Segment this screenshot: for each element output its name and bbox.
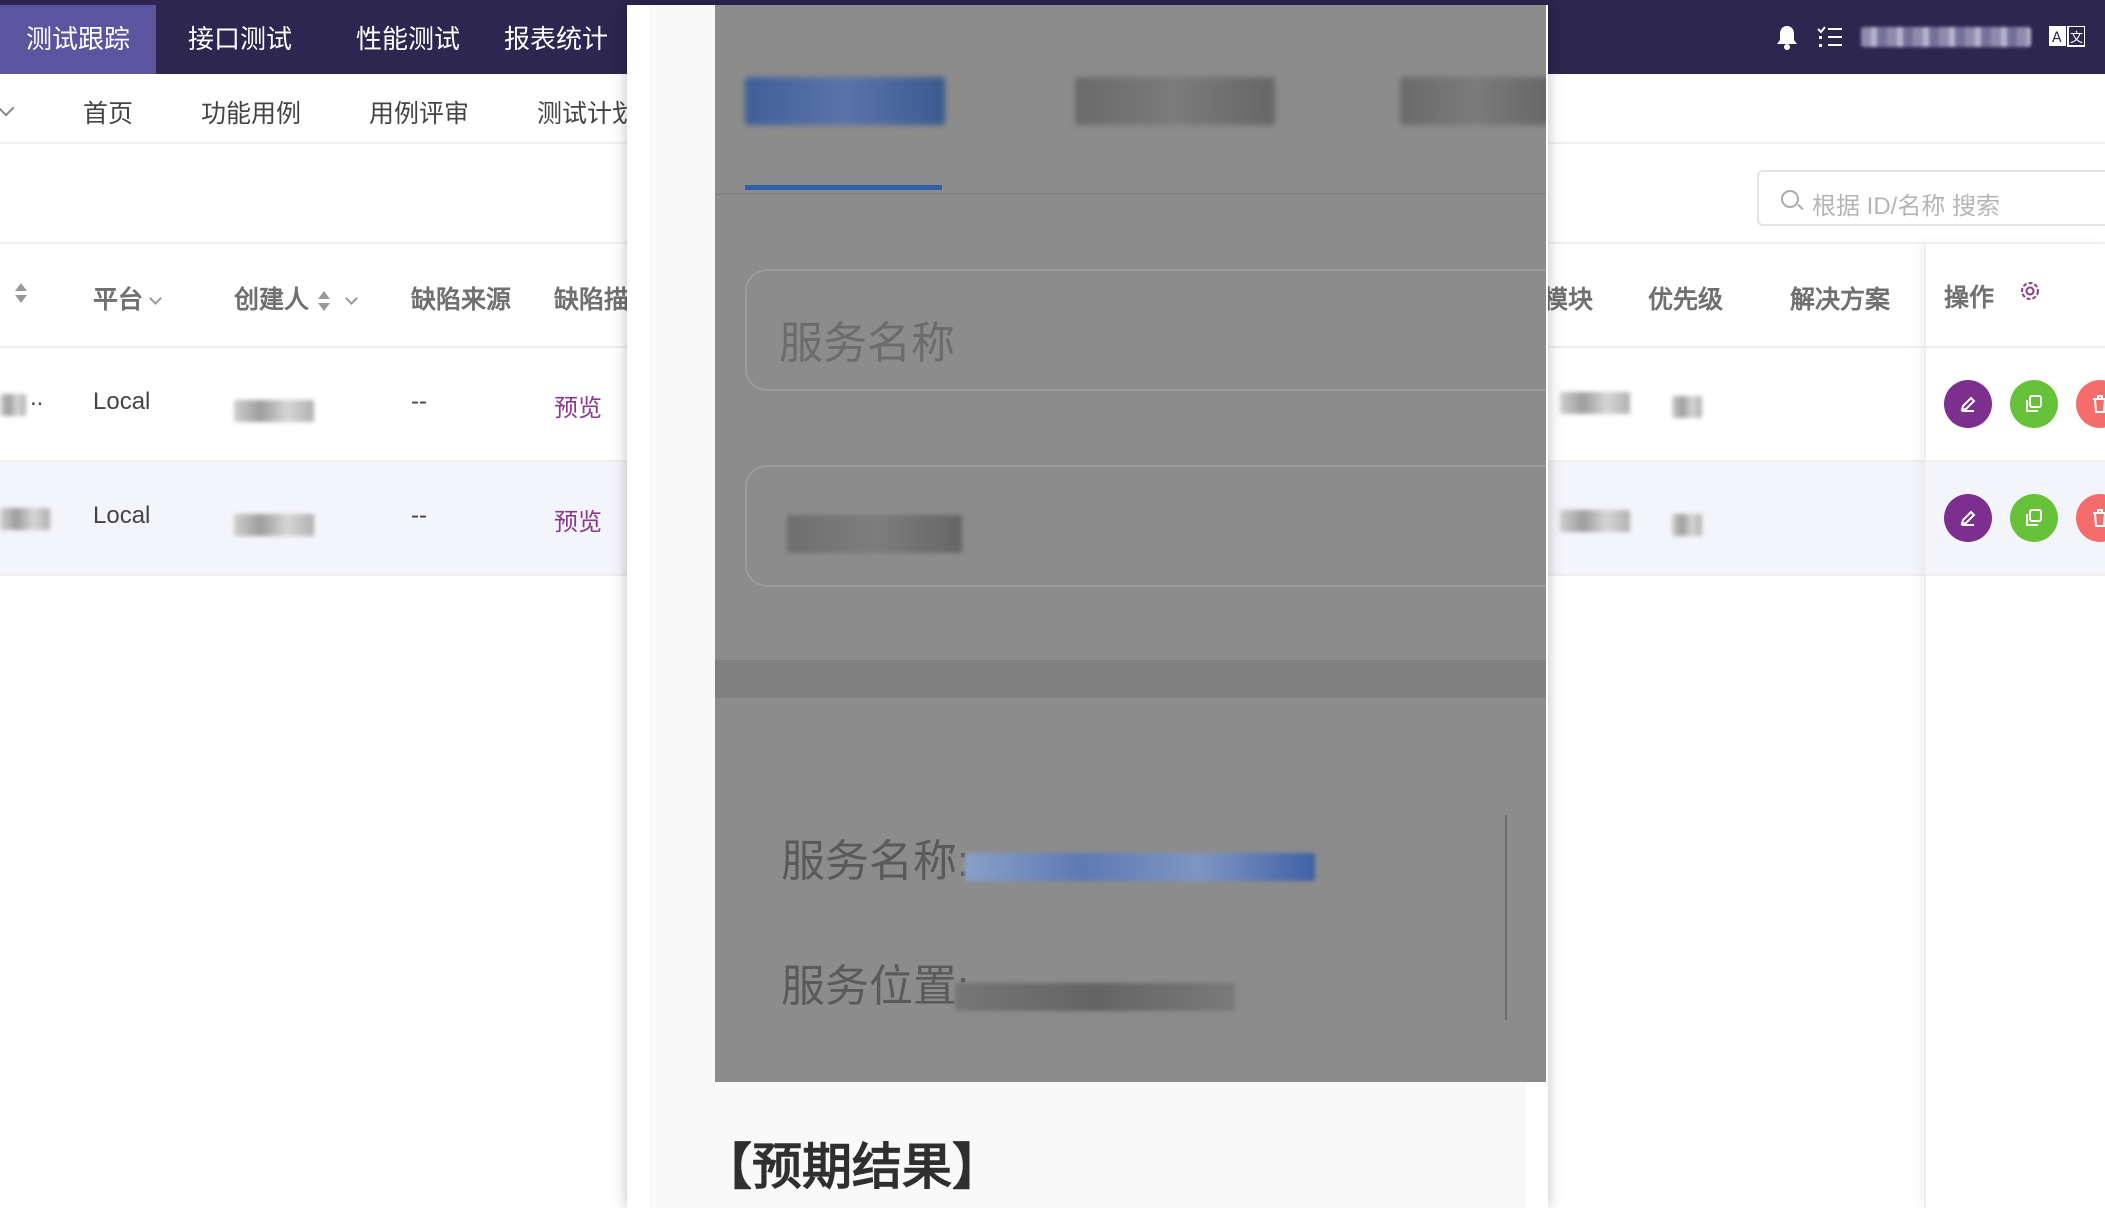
blurred-creator	[234, 400, 314, 422]
vertical-divider	[1505, 815, 1507, 1020]
blurred-priority	[1672, 514, 1702, 536]
sort-icon[interactable]	[317, 290, 331, 312]
delete-button[interactable]	[2076, 494, 2105, 542]
service-name-placeholder: 服务名称	[779, 319, 955, 368]
top-nav-right: A 文	[1775, 22, 2085, 52]
preview-screenshot: 服务名称 服务名称: 服务位置:	[715, 5, 1546, 1082]
chevron-down-icon[interactable]	[345, 292, 358, 305]
sort-icon[interactable]	[6, 278, 28, 307]
edit-button[interactable]	[1944, 380, 1992, 428]
user-name[interactable]	[1861, 27, 2031, 47]
subnav-test-plan[interactable]: 测试计划	[537, 94, 637, 130]
task-list-icon[interactable]	[1817, 25, 1843, 49]
column-bug-source[interactable]: 缺陷来源	[411, 280, 511, 316]
column-solution[interactable]: 解决方案	[1790, 280, 1890, 316]
chevron-down-icon[interactable]	[0, 99, 15, 117]
copy-button[interactable]	[2010, 494, 2058, 542]
blurred-module	[1560, 392, 1630, 414]
blurred-cell	[0, 394, 26, 416]
search-placeholder: 根据 ID/名称 搜索	[1812, 193, 2001, 220]
search-input[interactable]: 根据 ID/名称 搜索	[1757, 170, 2105, 226]
bell-icon[interactable]	[1775, 24, 1799, 50]
blurred-creator	[234, 514, 314, 536]
trash-icon	[2093, 395, 2105, 413]
bug-source-cell: --	[411, 502, 427, 529]
language-icon[interactable]: A 文	[2049, 26, 2085, 48]
platform-cell: Local	[93, 502, 151, 529]
blurred-module	[1560, 510, 1630, 532]
preview-link[interactable]: 预览	[554, 502, 602, 537]
blurred-tab	[1075, 77, 1275, 125]
chevron-down-icon[interactable]	[149, 292, 162, 305]
expected-result-heading: 【预期结果】	[702, 1138, 1002, 1196]
blurred-field	[745, 465, 1546, 587]
column-operation: 操作	[1944, 284, 1995, 312]
subnav-case-review[interactable]: 用例评审	[369, 94, 469, 130]
tab-api-test[interactable]: 接口测试	[168, 5, 312, 74]
blurred-tab	[1400, 77, 1546, 125]
blurred-priority	[1672, 396, 1702, 418]
service-name-field: 服务名称	[745, 269, 1546, 391]
svg-text:A: A	[2052, 30, 2062, 46]
tab-report-stats[interactable]: 报表统计	[504, 5, 628, 74]
blurred-value	[787, 515, 962, 553]
kv-service-location: 服务位置:	[781, 962, 970, 1011]
column-bug-description[interactable]: 缺陷描	[554, 280, 629, 316]
copy-icon	[2026, 395, 2042, 412]
settings-icon[interactable]	[2018, 279, 2042, 303]
kv-service-name: 服务名称:	[781, 837, 970, 886]
column-priority[interactable]: 优先级	[1648, 280, 1723, 316]
column-module[interactable]: 模块	[1543, 280, 1593, 316]
truncated-text: ..	[30, 384, 44, 411]
preview-link[interactable]: 预览	[554, 388, 602, 423]
blurred-link	[965, 853, 1315, 881]
copy-button[interactable]	[2010, 380, 2058, 428]
subnav-functional-cases[interactable]: 功能用例	[201, 94, 301, 130]
platform-cell: Local	[93, 388, 151, 415]
blurred-value	[955, 983, 1235, 1011]
tab-test-track[interactable]: 测试跟踪	[0, 5, 156, 74]
blurred-tab	[745, 77, 945, 125]
edit-icon	[1960, 396, 1976, 412]
copy-icon	[2026, 509, 2042, 526]
delete-button[interactable]	[2076, 380, 2105, 428]
subnav-home[interactable]: 首页	[83, 94, 133, 130]
preview-content: 服务名称 服务名称: 服务位置: 【预期结果】	[649, 5, 1546, 1208]
edit-icon	[1960, 510, 1976, 526]
search-icon	[1781, 190, 1799, 208]
divider-band	[715, 660, 1546, 698]
bug-source-cell: --	[411, 388, 427, 415]
edit-button[interactable]	[1944, 494, 1992, 542]
tab-performance-test[interactable]: 性能测试	[336, 5, 480, 74]
operation-column: 操作	[1924, 242, 2105, 1208]
blurred-cell	[0, 508, 50, 530]
active-tab-indicator	[745, 185, 942, 190]
image-preview-overlay[interactable]: 服务名称 服务名称: 服务位置: 【预期结果】	[627, 5, 1548, 1208]
tab-divider	[715, 193, 1546, 195]
column-creator[interactable]: 创建人	[234, 280, 358, 316]
trash-icon	[2093, 509, 2105, 527]
column-platform[interactable]: 平台	[93, 280, 162, 316]
svg-text:文: 文	[2070, 31, 2083, 46]
